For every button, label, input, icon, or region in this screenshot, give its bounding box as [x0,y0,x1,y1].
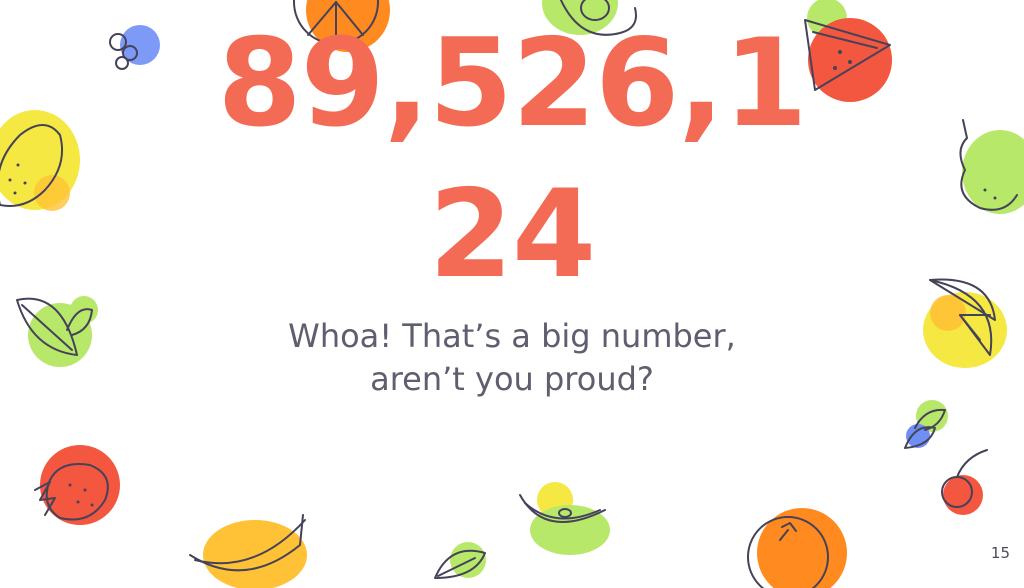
banana-icon [185,505,307,588]
leaf-icon [430,542,486,588]
subtitle-line1: Whoa! That’s a big number, [288,317,736,355]
page-number: 15 [990,544,1010,562]
subtitle: Whoa! That’s a big number, aren’t you pr… [212,315,812,401]
lemon-slice-icon [923,275,1007,368]
strawberry-icon [30,445,120,525]
big-number-line1: 89,526,1 [217,13,807,154]
big-number: 89,526,1 24 [212,8,812,310]
subtitle-line2: aren’t you proud? [370,360,654,398]
apple-slice-icon [515,482,610,555]
pear-icon [945,110,1024,214]
cherry-icon [935,445,995,515]
lemon-icon [0,110,80,211]
orange-icon [740,508,847,588]
leaves-icon [12,296,98,367]
big-number-line2: 24 [428,164,596,305]
blueberries-icon [100,25,160,75]
